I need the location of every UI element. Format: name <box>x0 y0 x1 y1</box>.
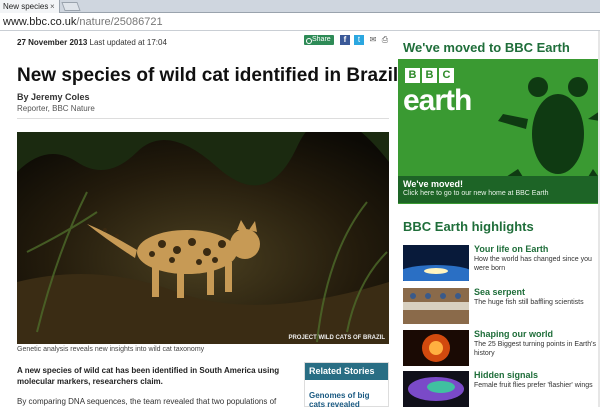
moved-heading: We've moved to BBC Earth <box>398 37 600 59</box>
highlight-title: Your life on Earth <box>474 244 549 254</box>
print-icon[interactable]: ⎙ <box>380 35 390 45</box>
article-date: 27 November 2013 <box>17 38 88 47</box>
highlight-item[interactable]: Sea serpent The huge fish still baffling… <box>398 287 600 325</box>
fly-wing-thumbnail <box>403 371 469 407</box>
highlight-desc: The huge fish still baffling scientists <box>474 299 584 306</box>
sidebar: We've moved to BBC Earth BBC earth We've… <box>398 31 600 407</box>
share-button[interactable]: Share <box>304 35 334 45</box>
close-icon[interactable]: × <box>50 0 55 13</box>
photo-caption: Genetic analysis reveals new insights in… <box>17 346 205 353</box>
moved-link[interactable]: We've moved! Click here to go to our new… <box>398 176 600 203</box>
page-content: 27 November 2013 Last updated at 17:04 S… <box>0 31 600 409</box>
address-bar[interactable]: www.bbc.co.uk/nature/25086721 <box>0 13 600 31</box>
volcano-thumbnail <box>403 330 469 366</box>
earth-glow-thumbnail <box>403 245 469 281</box>
highlight-desc: Female fruit flies prefer 'flashier' win… <box>474 382 593 389</box>
highlight-desc: The 25 Biggest turning points in Earth's… <box>474 341 596 357</box>
highlight-title: Hidden signals <box>474 370 539 380</box>
highlights-heading: BBC Earth highlights <box>403 219 534 234</box>
divider <box>17 118 389 119</box>
url-host: www.bbc.co.uk <box>3 16 77 28</box>
lead-paragraph: A new species of wild cat has been ident… <box>17 366 280 386</box>
highlight-item[interactable]: Shaping our world The 25 Biggest turning… <box>398 329 600 367</box>
bbc-letter: B <box>405 68 420 83</box>
browser-tab[interactable]: New species × <box>0 0 60 13</box>
photo-credit: PROJECT WILD CATS OF BRAZIL <box>288 335 385 341</box>
highlight-title: Sea serpent <box>474 287 526 297</box>
email-icon[interactable]: ✉ <box>368 35 378 45</box>
bbc-letter: B <box>422 68 437 83</box>
sea-serpent-thumbnail <box>403 288 469 324</box>
related-heading: Related Stories <box>305 363 388 380</box>
author-role: Reporter, BBC Nature <box>17 104 95 113</box>
related-stories: Related Stories Genomes of big cats reve… <box>304 362 389 409</box>
bbc-letter: C <box>439 68 454 83</box>
url-path: /nature/25086721 <box>76 16 163 28</box>
article-photo: PROJECT WILD CATS OF BRAZIL <box>17 132 389 344</box>
earth-logo: earth <box>403 84 472 117</box>
page-title: New species of wild cat identified in Br… <box>17 65 399 86</box>
moved-title: We've moved! <box>403 179 463 189</box>
related-link[interactable]: Genomes of big cats revealed <box>305 380 388 409</box>
dateline: 27 November 2013 Last updated at 17:04 <box>17 38 167 47</box>
tab-title: New species <box>3 2 49 11</box>
facebook-icon[interactable]: f <box>340 35 350 45</box>
tab-bar: New species × <box>0 0 600 13</box>
wild-cat-photo <box>17 132 389 344</box>
new-tab-button[interactable] <box>61 2 81 11</box>
highlight-title: Shaping our world <box>474 329 553 339</box>
bbc-logo: BBC <box>405 65 456 83</box>
body-paragraph: By comparing DNA sequences, the team rev… <box>17 397 277 406</box>
highlight-desc: How the world has changed since you were… <box>474 256 592 272</box>
moved-subtitle: Click here to go to our new home at BBC … <box>403 190 549 197</box>
highlight-item[interactable]: Hidden signals Female fruit flies prefer… <box>398 370 600 408</box>
last-updated: Last updated at 17:04 <box>89 38 167 47</box>
highlight-item[interactable]: Your life on Earth How the world has cha… <box>398 244 600 282</box>
twitter-icon[interactable]: t <box>354 35 364 45</box>
author-name: By Jeremy Coles <box>17 92 90 102</box>
